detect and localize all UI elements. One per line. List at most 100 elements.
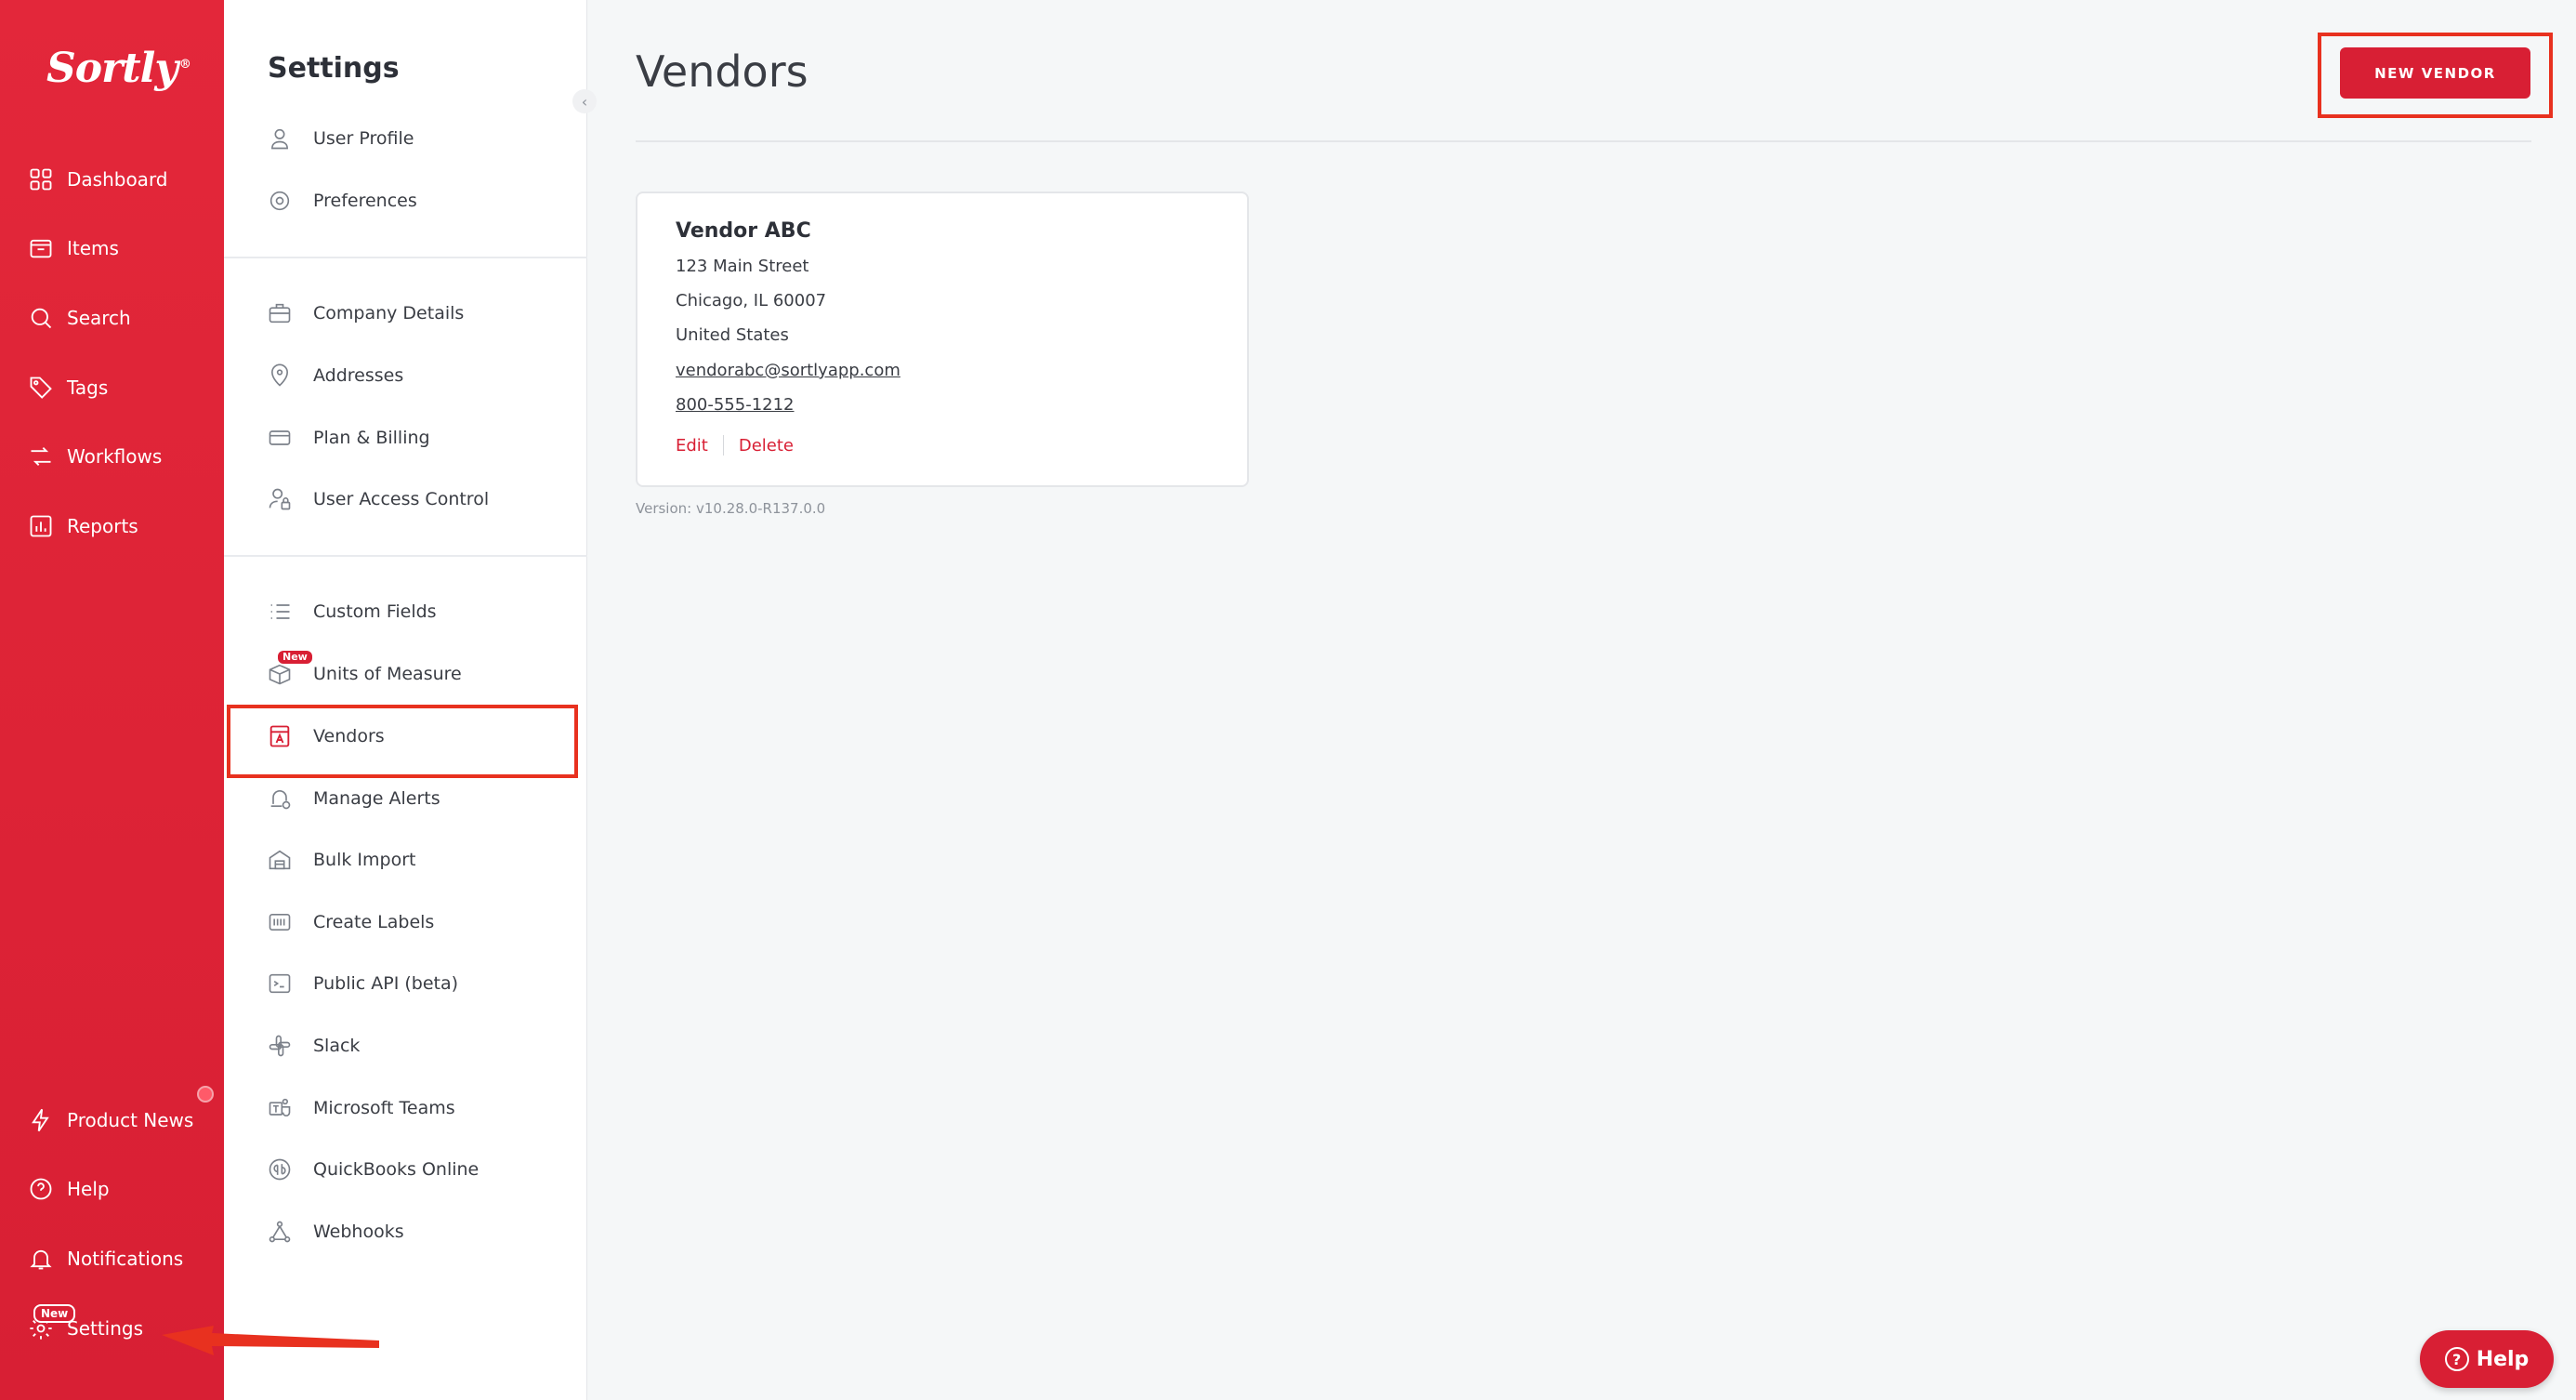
nav-item-settings[interactable]: New Settings	[28, 1304, 144, 1347]
nav-item-product-news[interactable]: Product News	[28, 1102, 193, 1139]
settings-item-label: Custom Fields	[313, 601, 437, 622]
settings-item-plan-billing[interactable]: Plan & Billing	[267, 418, 430, 457]
main-nav: Sortly ® Dashboard Items Search Tags Work…	[0, 0, 224, 1400]
settings-item-user-access-control[interactable]: User Access Control	[267, 480, 489, 519]
user-icon	[267, 125, 293, 152]
gear-icon: New	[28, 1304, 76, 1341]
settings-item-label: Plan & Billing	[313, 428, 430, 448]
vendor-street: 123 Main Street	[676, 257, 809, 276]
vendor-email-link[interactable]: vendorabc@sortlyapp.com	[676, 361, 900, 380]
help-icon: ?	[2444, 1347, 2469, 1371]
divider	[722, 435, 724, 456]
nav-item-workflows[interactable]: Workflows	[28, 438, 162, 475]
vendor-store-icon	[267, 723, 293, 749]
nav-item-dashboard[interactable]: Dashboard	[28, 161, 168, 198]
settings-item-label: Slack	[313, 1036, 361, 1056]
settings-item-quickbooks[interactable]: QuickBooks Online	[267, 1150, 479, 1189]
teams-icon	[267, 1095, 293, 1121]
user-lock-icon	[267, 486, 293, 512]
settings-item-label: User Profile	[313, 128, 414, 149]
new-badge: New	[276, 649, 314, 666]
divider	[224, 555, 587, 557]
settings-item-label: Vendors	[313, 726, 385, 746]
settings-item-user-profile[interactable]: User Profile	[267, 119, 414, 158]
settings-item-microsoft-teams[interactable]: Microsoft Teams	[267, 1089, 455, 1128]
sortly-logo[interactable]: Sortly ®	[46, 45, 191, 92]
nav-item-search[interactable]: Search	[28, 299, 131, 337]
nav-label: Help	[67, 1178, 110, 1200]
nav-label: Notifications	[67, 1248, 184, 1270]
help-fab-label: Help	[2476, 1347, 2530, 1371]
workflows-icon	[28, 443, 54, 469]
edit-vendor-link[interactable]: Edit	[676, 436, 708, 456]
briefcase-icon	[267, 300, 293, 326]
settings-item-label: User Access Control	[313, 489, 490, 509]
nav-label: Product News	[67, 1109, 194, 1131]
chevron-left-icon: ‹	[581, 92, 588, 111]
settings-item-bulk-import[interactable]: Bulk Import	[267, 840, 415, 879]
settings-item-label: Bulk Import	[313, 850, 416, 870]
nav-item-items[interactable]: Items	[28, 230, 119, 267]
vendor-city: Chicago, IL 60007	[676, 291, 827, 310]
nav-label: Tags	[67, 376, 109, 399]
settings-item-webhooks[interactable]: Webhooks	[267, 1212, 404, 1251]
version-text: Version: v10.28.0-R137.0.0	[636, 500, 826, 517]
settings-item-custom-fields[interactable]: Custom Fields	[267, 592, 437, 631]
settings-item-label: Manage Alerts	[313, 788, 440, 809]
divider	[224, 257, 587, 258]
quickbooks-icon	[267, 1156, 293, 1182]
settings-item-public-api[interactable]: Public API (beta)	[267, 964, 458, 1003]
annotation-arrow	[162, 1326, 379, 1355]
list-icon	[267, 599, 293, 625]
nav-label: Items	[67, 237, 119, 259]
settings-item-manage-alerts[interactable]: Manage Alerts	[267, 779, 440, 818]
settings-item-preferences[interactable]: Preferences	[267, 181, 417, 220]
collapse-panel-button[interactable]: ‹	[572, 89, 597, 113]
vendor-phone-link[interactable]: 800-555-1212	[676, 395, 795, 415]
bell-icon	[28, 1246, 54, 1272]
settings-item-label: Public API (beta)	[313, 973, 459, 994]
location-pin-icon	[267, 363, 293, 389]
settings-item-create-labels[interactable]: Create Labels	[267, 903, 434, 942]
search-icon	[28, 305, 54, 331]
alert-bell-icon	[267, 786, 293, 812]
settings-item-label: Create Labels	[313, 912, 435, 932]
vendor-card: Vendor ABC 123 Main Street Chicago, IL 6…	[636, 192, 1249, 487]
settings-item-label: Addresses	[313, 365, 404, 386]
barcode-label-icon	[267, 909, 293, 935]
nav-label: Dashboard	[67, 168, 168, 191]
items-icon	[28, 235, 54, 261]
settings-item-units-of-measure[interactable]: New Units of Measure	[267, 649, 462, 693]
settings-item-label: Preferences	[313, 191, 417, 211]
settings-item-company-details[interactable]: Company Details	[267, 294, 464, 333]
lightning-icon	[28, 1107, 54, 1133]
help-fab-button[interactable]: ? Help	[2420, 1330, 2554, 1388]
reports-icon	[28, 513, 54, 539]
new-vendor-button[interactable]: NEW VENDOR	[2340, 47, 2530, 99]
slack-icon	[267, 1033, 293, 1059]
vendor-country: United States	[676, 325, 789, 345]
new-badge: New	[33, 1304, 76, 1323]
nav-label: Workflows	[67, 445, 163, 468]
nav-item-help[interactable]: Help	[28, 1170, 110, 1208]
nav-label: Settings	[67, 1317, 144, 1340]
terminal-icon	[267, 971, 293, 997]
vendor-actions: Edit Delete	[676, 435, 794, 456]
settings-item-label: Company Details	[313, 303, 465, 324]
header-divider	[636, 140, 2531, 142]
nav-item-notifications[interactable]: Notifications	[28, 1240, 183, 1277]
page-title: Vendors	[636, 46, 808, 97]
gear-icon	[267, 188, 293, 214]
settings-item-vendors[interactable]: Vendors	[267, 717, 385, 756]
settings-item-label: Microsoft Teams	[313, 1098, 455, 1118]
delete-vendor-link[interactable]: Delete	[739, 436, 794, 456]
settings-item-label: QuickBooks Online	[313, 1159, 480, 1180]
nav-item-tags[interactable]: Tags	[28, 369, 108, 406]
nav-item-reports[interactable]: Reports	[28, 508, 138, 545]
vendor-name: Vendor ABC	[676, 219, 811, 243]
settings-item-addresses[interactable]: Addresses	[267, 356, 403, 395]
webhook-icon	[267, 1219, 293, 1245]
product-news-unread-dot	[197, 1086, 214, 1103]
settings-item-slack[interactable]: Slack	[267, 1026, 360, 1065]
bulk-import-icon	[267, 847, 293, 873]
